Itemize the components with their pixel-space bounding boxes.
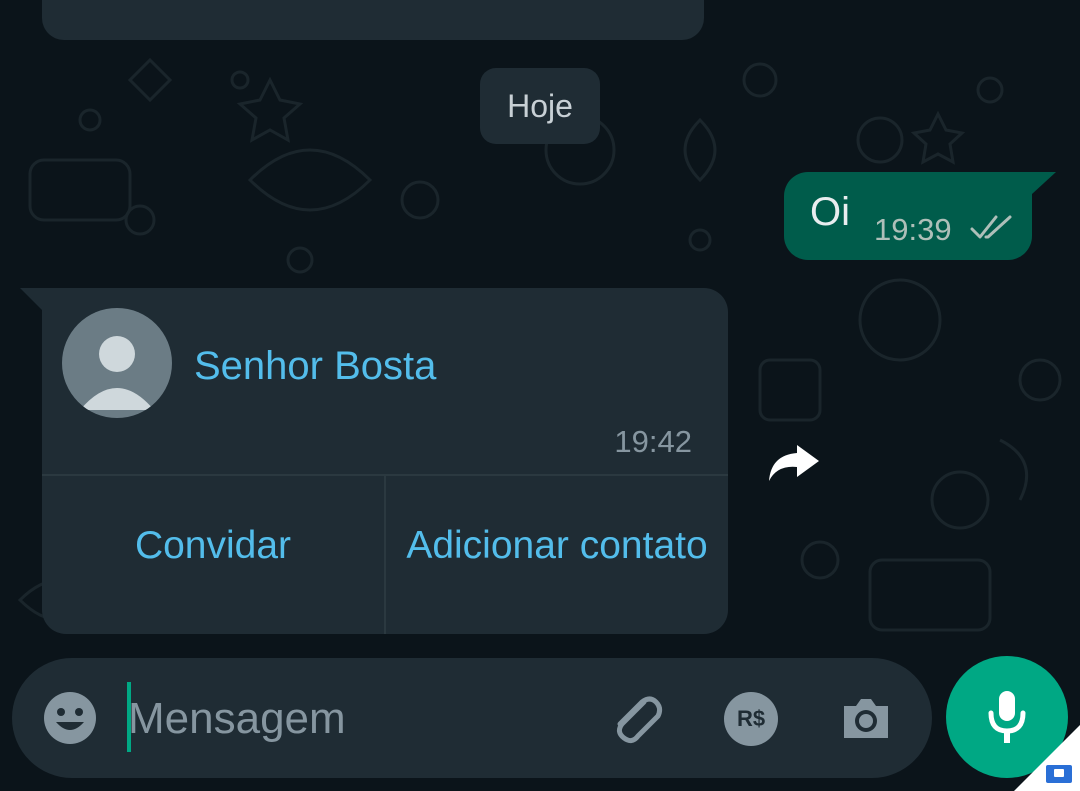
corner-fold-icon: [1014, 725, 1080, 791]
message-time: 19:39: [874, 212, 952, 247]
payment-icon[interactable]: R$: [724, 692, 778, 746]
previous-message-bubble[interactable]: [42, 0, 704, 40]
contact-card-bubble[interactable]: Senhor Bosta 19:42 Convidar Adicionar co…: [20, 288, 728, 634]
double-check-icon: [970, 215, 1012, 239]
emoji-icon[interactable]: [42, 690, 98, 746]
forward-icon: [769, 445, 819, 481]
default-avatar-icon[interactable]: [62, 308, 172, 418]
outgoing-message-bubble[interactable]: Oi 19:39: [784, 172, 1056, 260]
message-input[interactable]: [126, 680, 580, 758]
date-chip: Hoje: [480, 68, 600, 144]
bubble-tail: [20, 288, 42, 310]
add-contact-button[interactable]: Adicionar contato: [386, 476, 728, 634]
camera-icon[interactable]: [838, 690, 894, 746]
contact-name[interactable]: Senhor Bosta: [194, 344, 436, 389]
forward-button[interactable]: [760, 430, 826, 496]
invite-button[interactable]: Convidar: [42, 476, 384, 634]
message-text: Oi: [810, 190, 850, 234]
paperclip-icon[interactable]: [604, 688, 666, 750]
bubble-tail: [1032, 172, 1056, 194]
message-composer: R$: [12, 658, 932, 778]
message-time: 19:42: [614, 424, 692, 459]
text-caret: [127, 682, 131, 752]
